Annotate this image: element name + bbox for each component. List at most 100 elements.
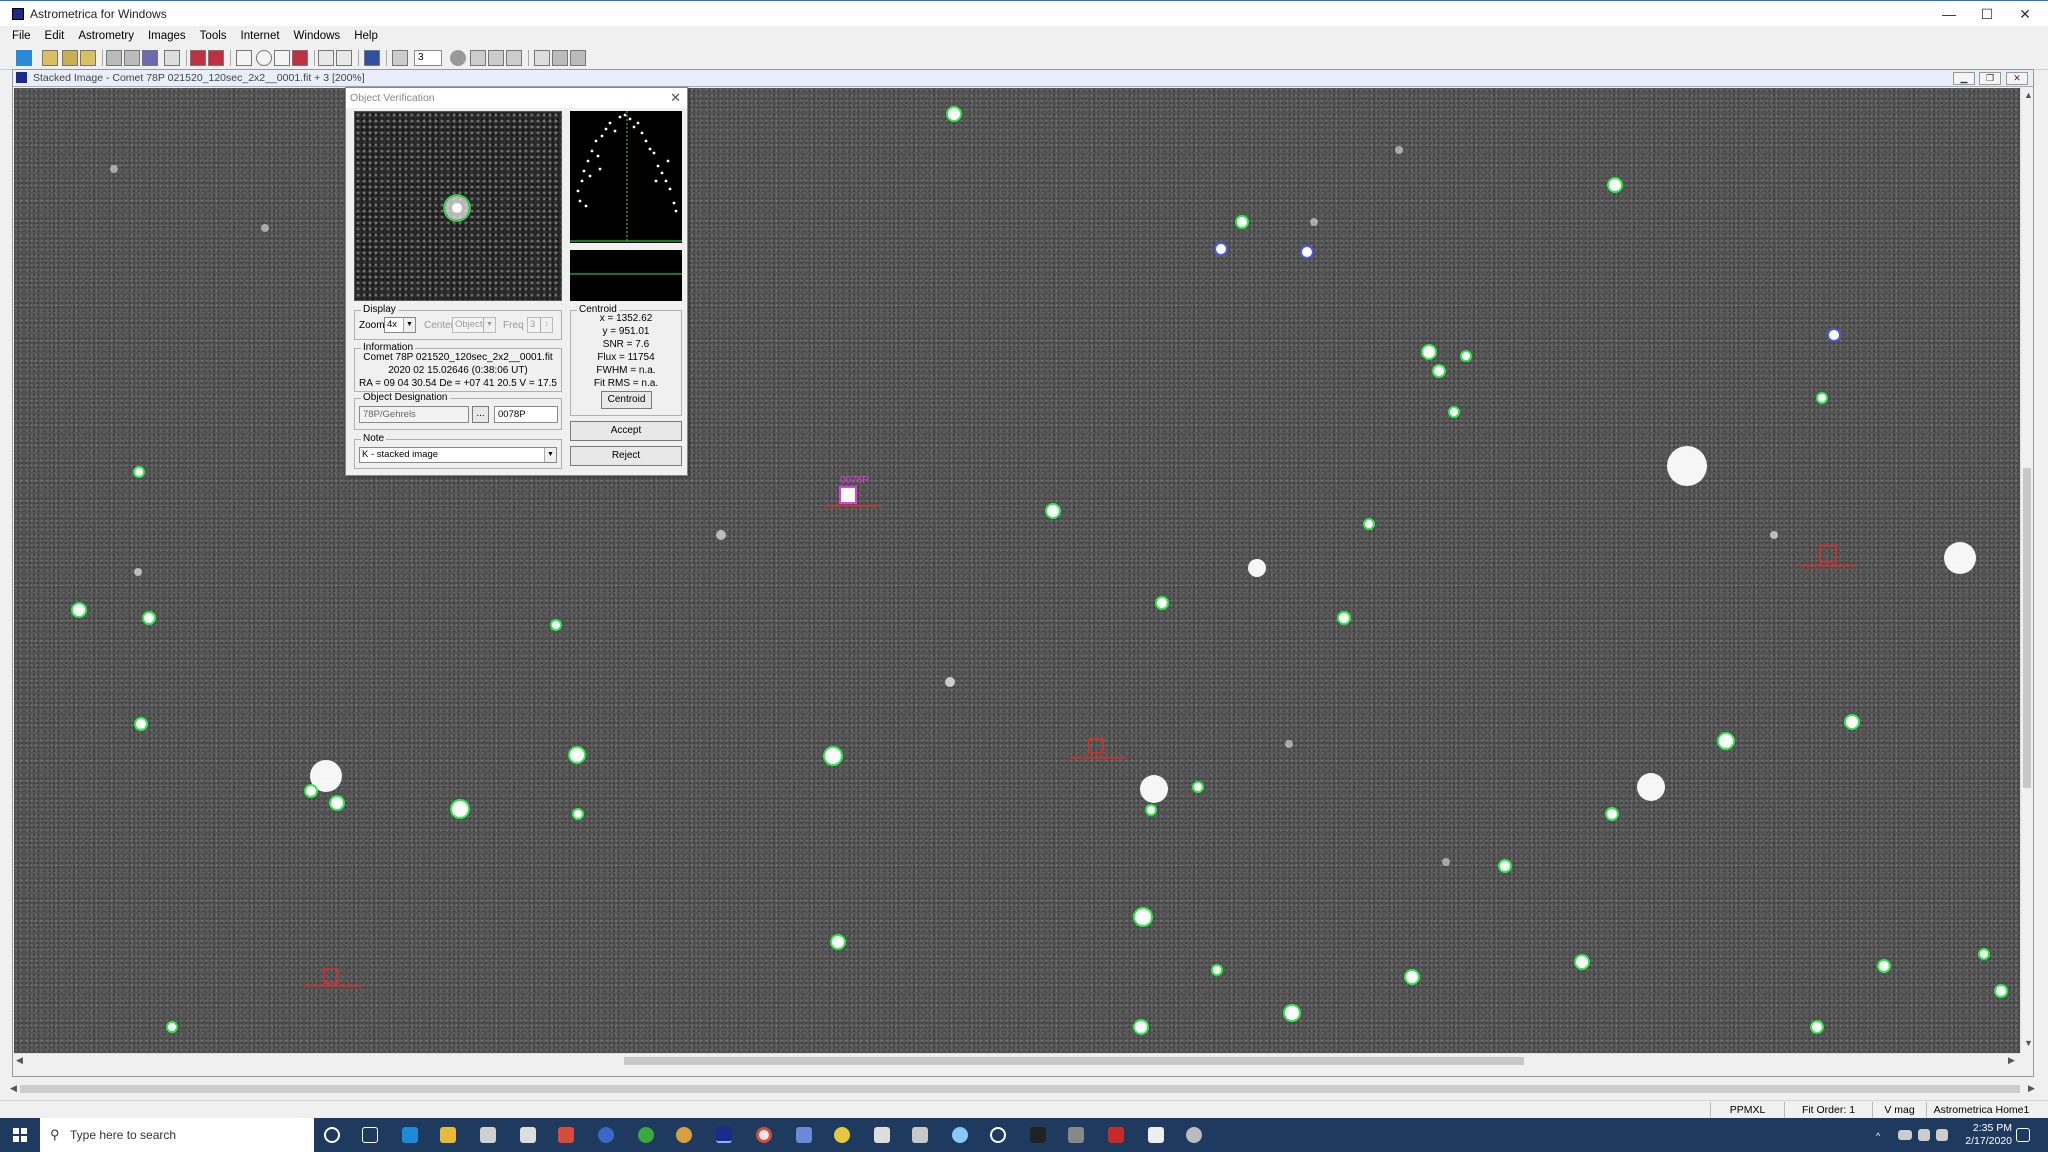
wifi-icon[interactable] (1918, 1129, 1930, 1141)
app-icon-darkred[interactable] (1108, 1127, 1124, 1143)
search-image-icon[interactable] (534, 50, 550, 66)
notification-icon[interactable] (2016, 1128, 2030, 1142)
grid-icon[interactable] (552, 50, 568, 66)
reject-button[interactable]: Reject (570, 446, 682, 466)
image-restore-button[interactable]: ❐ (1979, 72, 2001, 85)
rewind-icon[interactable] (470, 50, 486, 66)
image-minimize-button[interactable]: ▁ (1953, 72, 1975, 85)
frame-stepper[interactable]: 3 (414, 50, 442, 66)
open-multiple-icon[interactable] (62, 50, 78, 66)
start-button[interactable] (0, 1118, 40, 1152)
toolbar: 3 (0, 46, 2048, 70)
menu-windows[interactable]: Windows (287, 26, 348, 46)
network-icon[interactable] (1898, 1130, 1912, 1140)
app-icon-lightblue[interactable] (952, 1127, 968, 1143)
chevron-down-icon: ▼ (483, 318, 495, 332)
photos-icon[interactable] (1148, 1127, 1164, 1143)
options-icon[interactable] (570, 50, 586, 66)
windows-icon[interactable] (164, 50, 180, 66)
connect-icon[interactable] (16, 50, 32, 66)
record-icon[interactable] (450, 50, 466, 66)
close-button[interactable]: ✕ (2002, 1, 2048, 27)
freq-stepper[interactable]: 3 ↕ (527, 317, 553, 333)
image-vertical-scrollbar[interactable]: ▲ ▼ (2020, 88, 2033, 1053)
store-icon[interactable] (480, 1127, 496, 1143)
centroid-snr: SNR = 7.6 (602, 339, 650, 350)
note-select[interactable]: K - stacked image ▼ (359, 447, 557, 463)
cortana-icon[interactable] (324, 1127, 340, 1143)
zoom-out-icon[interactable] (336, 50, 352, 66)
save-all-icon[interactable] (124, 50, 140, 66)
frames-icon[interactable] (392, 50, 408, 66)
center-select[interactable]: Object ▼ (452, 317, 496, 333)
open-icon[interactable] (42, 50, 58, 66)
designation-code-field[interactable]: 0078P (494, 406, 558, 423)
cursor-icon[interactable] (236, 50, 252, 66)
designation-browse-button[interactable]: ... (472, 406, 489, 423)
play-icon[interactable] (488, 50, 504, 66)
blink-icon[interactable] (274, 50, 290, 66)
known-objects-icon[interactable] (208, 50, 224, 66)
circle-tool-icon[interactable] (256, 50, 272, 66)
file-explorer-icon[interactable] (440, 1127, 456, 1143)
settings-icon[interactable] (364, 50, 380, 66)
centroid-button[interactable]: Centroid (601, 391, 652, 409)
stacked-image-window: Stacked Image - Comet 78P 021520_120sec_… (12, 69, 2034, 1077)
dialog-title: Object Verification (350, 92, 435, 104)
menu-tools[interactable]: Tools (193, 26, 234, 46)
accept-button[interactable]: Accept (570, 421, 682, 441)
tools-icon[interactable] (912, 1127, 928, 1143)
menu-edit[interactable]: Edit (38, 26, 72, 46)
shield-icon[interactable] (796, 1127, 812, 1143)
data-reduction-icon[interactable] (190, 50, 206, 66)
app-icon-orange[interactable] (676, 1127, 692, 1143)
app-icon-green[interactable] (638, 1127, 654, 1143)
dialog-close-button[interactable]: ✕ (670, 90, 681, 106)
search-icon: ⚲ (50, 1127, 60, 1142)
terminal-icon[interactable] (1030, 1127, 1046, 1143)
astrometrica-taskbar-icon[interactable] (716, 1127, 732, 1143)
app-icon-yellow[interactable] (834, 1127, 850, 1143)
taskbar: ⚲ Type here to search ^ 2:35 PM 2/17/202… (0, 1118, 2048, 1152)
main-horizontal-scrollbar[interactable]: ◀ ▶ (8, 1082, 2038, 1096)
image-canvas[interactable]: 0078P (14, 88, 2020, 1053)
edge-icon[interactable] (402, 1127, 418, 1143)
zoom-in-icon[interactable] (318, 50, 334, 66)
title-bar: Astrometrica for Windows — ☐ ✕ (0, 0, 2048, 26)
app-icon-red[interactable] (558, 1127, 574, 1143)
mail-icon[interactable] (520, 1127, 536, 1143)
zoom-select[interactable]: 4x ▼ (384, 317, 416, 333)
menu-internet[interactable]: Internet (234, 26, 287, 46)
load-images-icon[interactable] (80, 50, 96, 66)
menu-images[interactable]: Images (141, 26, 193, 46)
designation-name-field[interactable]: 78P/Gehrels (359, 406, 469, 423)
taskbar-search[interactable]: ⚲ Type here to search (40, 1118, 314, 1152)
image-close-button[interactable]: ✕ (2006, 72, 2028, 85)
status-fit-order: Fit Order: 1 (1784, 1102, 1872, 1118)
globe-icon[interactable] (598, 1127, 614, 1143)
menu-help[interactable]: Help (347, 26, 385, 46)
status-bar: PPMXL Fit Order: 1 V mag Astrometrica Ho… (0, 1100, 2048, 1132)
task-view-icon[interactable] (362, 1127, 378, 1143)
forward-icon[interactable] (506, 50, 522, 66)
menu-file[interactable]: File (0, 26, 38, 46)
volume-icon[interactable] (1936, 1129, 1948, 1141)
status-site: Astrometrica Home1 QI (1926, 1102, 2036, 1132)
verify-icon[interactable] (292, 50, 308, 66)
clock-time: 2:35 PM (1972, 1122, 2012, 1134)
app-icon (12, 8, 24, 20)
app-icon-grey[interactable] (1186, 1127, 1202, 1143)
zoom-image[interactable] (354, 111, 562, 301)
image-horizontal-scrollbar[interactable]: ◀ ▶ (14, 1053, 2020, 1067)
tray-chevron-icon[interactable]: ^ (1876, 1131, 1886, 1141)
menu-astrometry[interactable]: Astrometry (71, 26, 141, 46)
camera-icon[interactable] (990, 1127, 1006, 1143)
stack-icon[interactable] (142, 50, 158, 66)
image-window-icon (16, 72, 27, 83)
notepad-icon[interactable] (874, 1127, 890, 1143)
system-clock[interactable]: 2:35 PM 2/17/2020 (1965, 1122, 2012, 1148)
chrome-icon[interactable] (756, 1127, 772, 1143)
pen-icon[interactable] (1068, 1127, 1084, 1143)
save-icon[interactable] (106, 50, 122, 66)
centroid-flux: Flux = 11754 (597, 352, 655, 363)
